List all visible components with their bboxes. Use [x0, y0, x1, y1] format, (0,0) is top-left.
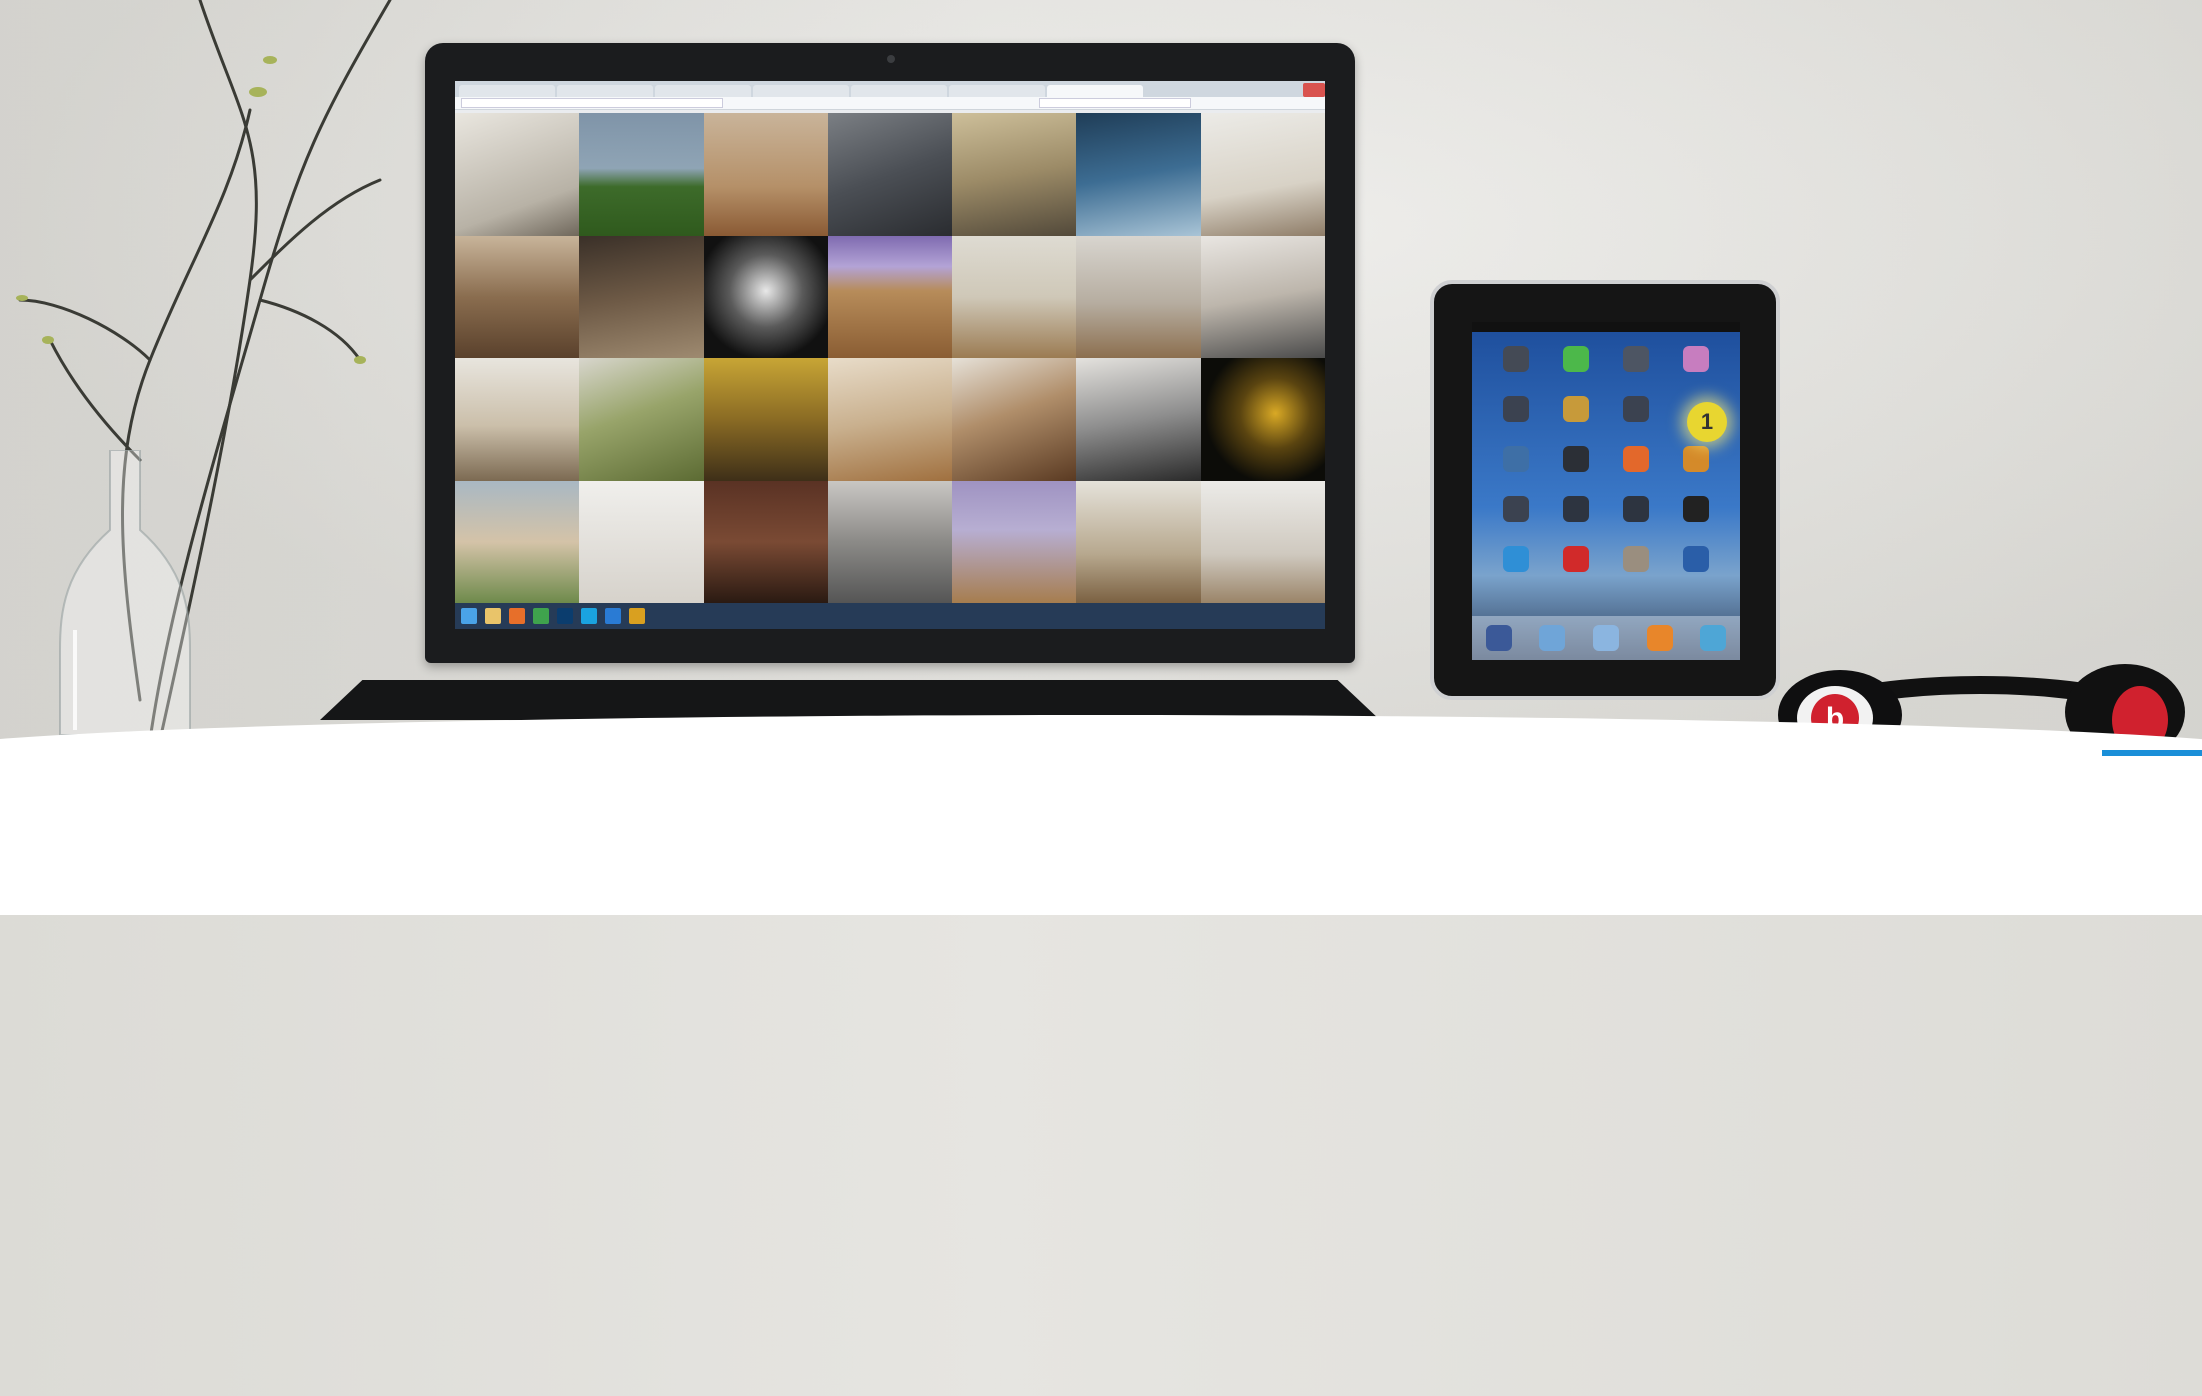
taskbar [455, 603, 1325, 629]
photo-tile[interactable] [455, 480, 580, 603]
app-icon[interactable] [1539, 625, 1566, 651]
accent-strip [2102, 750, 2202, 756]
photo-tile[interactable] [827, 113, 953, 236]
photo-tile[interactable] [827, 235, 953, 358]
laptop [425, 43, 1355, 663]
browser-tab[interactable] [459, 85, 555, 97]
photo-tile[interactable] [579, 480, 704, 603]
music-icon[interactable] [1646, 625, 1673, 651]
photo-tile[interactable] [579, 235, 704, 358]
browser-tab[interactable] [851, 85, 947, 97]
photo-tile[interactable] [703, 480, 828, 603]
browser-tab-active[interactable] [1047, 85, 1143, 97]
photo-tile[interactable] [703, 235, 828, 358]
tablet-status-bar [1472, 322, 1740, 332]
photo-tile[interactable] [952, 113, 1077, 236]
photo-tile[interactable] [1076, 358, 1201, 481]
facebook-icon[interactable] [1485, 625, 1512, 651]
app-icon[interactable] [1623, 496, 1649, 522]
photo-grid [455, 113, 1325, 603]
browser-tab-bar [455, 81, 1325, 97]
photo-tile[interactable] [579, 113, 704, 236]
app-icon[interactable] [1700, 625, 1727, 651]
url-field[interactable] [461, 98, 723, 108]
photo-tile[interactable] [827, 358, 953, 481]
app-icon[interactable] [1503, 396, 1529, 422]
app-icon[interactable] [1683, 346, 1709, 372]
photo-tile[interactable] [455, 358, 580, 481]
app-icon[interactable] [1592, 625, 1619, 651]
photo-tile[interactable] [1200, 235, 1325, 358]
chrome-icon[interactable] [533, 608, 549, 624]
app-icon[interactable] [1683, 546, 1709, 572]
address-bar [455, 97, 1325, 110]
firefox-icon[interactable] [509, 608, 525, 624]
photo-tile[interactable] [1076, 113, 1201, 236]
photoshop-icon[interactable] [557, 608, 573, 624]
photo-tile[interactable] [579, 358, 704, 481]
app-icon[interactable] [629, 608, 645, 624]
app-icon[interactable] [1503, 346, 1529, 372]
start-icon[interactable] [461, 608, 477, 624]
keyboard-keys [435, 1368, 1265, 1396]
app-icon[interactable] [1623, 346, 1649, 372]
photo-tile[interactable] [703, 358, 828, 481]
browser-tab[interactable] [557, 85, 653, 97]
folder-icon[interactable] [485, 608, 501, 624]
photo-tile[interactable] [455, 235, 580, 358]
laptop-screen [455, 81, 1325, 629]
photo-tile[interactable] [827, 480, 953, 603]
browser-tab[interactable] [753, 85, 849, 97]
tablet: 1 [1430, 280, 1780, 700]
tablet-screen: 1 [1472, 322, 1740, 660]
photo-tile[interactable] [703, 113, 828, 236]
app-icon[interactable] [1503, 446, 1529, 472]
highlight-badge[interactable]: 1 [1687, 402, 1727, 442]
messages-icon[interactable] [1563, 346, 1589, 372]
close-icon[interactable] [1303, 83, 1325, 97]
photo-tile[interactable] [952, 480, 1077, 603]
browser-tab[interactable] [949, 85, 1045, 97]
app-icon[interactable] [1683, 496, 1709, 522]
search-input[interactable] [1039, 98, 1191, 108]
twitter-icon[interactable] [1503, 546, 1529, 572]
app-icon[interactable] [1623, 546, 1649, 572]
browser-tab[interactable] [655, 85, 751, 97]
webcam [887, 55, 895, 63]
photo-tile[interactable] [1200, 358, 1325, 481]
laptop-keyboard-deck [320, 680, 1380, 720]
app-icon[interactable] [605, 608, 621, 624]
app-icon[interactable] [1683, 446, 1709, 472]
photo-tile[interactable] [952, 358, 1077, 481]
skype-icon[interactable] [581, 608, 597, 624]
glass-vase [59, 450, 191, 736]
tablet-app-grid [1486, 346, 1726, 572]
app-icon[interactable] [1563, 496, 1589, 522]
photo-tile[interactable] [1200, 113, 1325, 236]
app-icon[interactable] [1563, 446, 1589, 472]
flipboard-icon[interactable] [1563, 546, 1589, 572]
photo-tile[interactable] [455, 113, 580, 236]
photo-tile[interactable] [1076, 480, 1201, 603]
desk-surface [0, 715, 2202, 915]
app-icon[interactable] [1623, 396, 1649, 422]
photo-tile[interactable] [952, 235, 1077, 358]
photo-tile[interactable] [1076, 235, 1201, 358]
app-icon[interactable] [1623, 446, 1649, 472]
app-icon[interactable] [1563, 396, 1589, 422]
photo-tile[interactable] [1200, 480, 1325, 603]
tablet-dock [1472, 616, 1740, 660]
app-icon[interactable] [1503, 496, 1529, 522]
